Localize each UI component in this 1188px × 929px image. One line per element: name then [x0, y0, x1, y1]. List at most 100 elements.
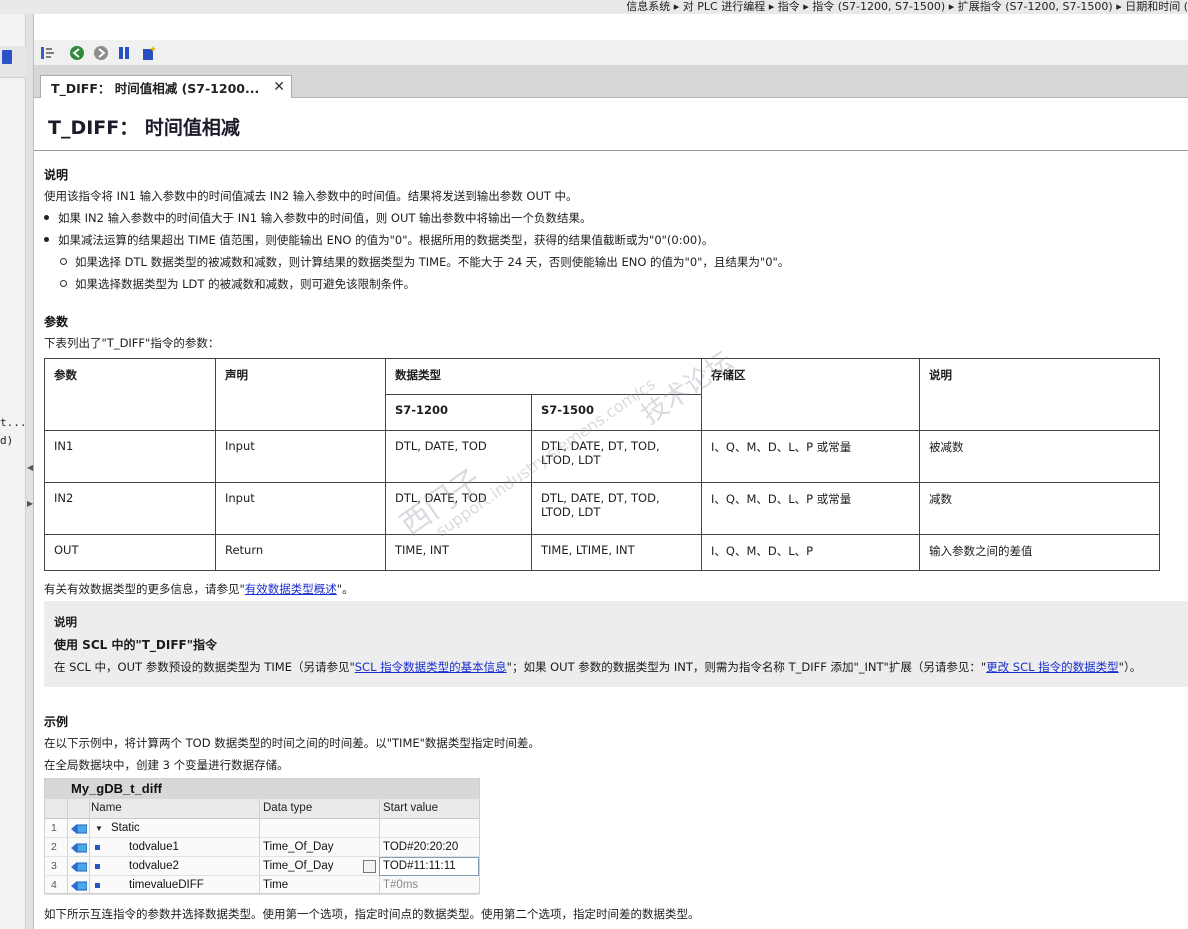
description-intro: 使用该指令将 IN1 输入参数中的时间值减去 IN2 输入参数中的时间值。结果将…	[44, 189, 578, 203]
bullet-ring-icon	[60, 258, 67, 265]
back-arrow-icon	[70, 46, 84, 60]
bullet-square-icon	[95, 883, 100, 888]
link-valid-data-types[interactable]: 有效数据类型概述	[245, 582, 337, 596]
datatype-reference: 有关有效数据类型的更多信息，请参见"有效数据类型概述"。	[44, 582, 354, 596]
data-block-table: My_gDB_t_diff Name Data type Start value…	[44, 778, 480, 895]
example-intro: 在以下示例中，将计算两个 TOD 数据类型的时间之间的时间差。以"TIME"数据…	[44, 736, 540, 750]
row-number: 3	[51, 860, 57, 872]
note-label: 说明	[54, 615, 77, 629]
variable-start-value: T#0ms	[383, 879, 419, 891]
cell-s7-1500: DTL, DATE, DT, TOD, LTOD, LDT	[531, 430, 702, 483]
column-start-value[interactable]: Start value	[383, 802, 438, 814]
table-row[interactable]: 3 todvalue2 Time_Of_Day TOD#11:11:11	[45, 857, 479, 876]
section-heading-example: 示例	[44, 715, 69, 729]
bullet-ring-icon	[60, 280, 67, 287]
header-s7-1200: S7-1200	[385, 394, 532, 431]
row-number: 4	[51, 879, 57, 891]
description-sub-bullet: 如果选择数据类型为 LDT 的被减数和减数，则可避免该限制条件。	[60, 276, 415, 292]
variable-icon	[71, 843, 87, 853]
variable-icon	[71, 824, 87, 834]
left-panel: t... d)	[0, 14, 27, 929]
column-data-type[interactable]: Data type	[263, 802, 312, 814]
example-interconnect-text: 如下所示互连指令的参数并选择数据类型。使用第一个选项，指定时间点的数据类型。使用…	[44, 907, 700, 921]
header-memory-area: 存储区	[701, 358, 920, 431]
cell-s7-1500: DTL, DATE, DT, TOD, LTOD, LDT	[531, 482, 702, 535]
bookmark-icon	[119, 47, 129, 59]
sync-icon	[41, 47, 54, 59]
section-heading-parameters: 参数	[44, 315, 69, 329]
panel-splitter[interactable]: ◀ ▶	[26, 14, 34, 929]
expand-right-icon[interactable]: ▶	[27, 500, 33, 508]
table-row[interactable]: 2 todvalue1 Time_Of_Day TOD#20:20:20	[45, 838, 479, 857]
cell-declaration: Input	[215, 482, 386, 535]
sync-toc-button[interactable]	[39, 44, 57, 62]
variable-name: Static	[111, 822, 140, 834]
forward-button[interactable]	[92, 44, 110, 62]
tab-strip: T_DIFF： 时间值相减 (S7-1200... ✕	[34, 66, 1188, 98]
cell-description: 被减数	[919, 430, 1160, 483]
cell-declaration: Return	[215, 534, 386, 571]
expand-triangle-icon[interactable]: ▼	[95, 824, 103, 833]
header-description: 说明	[919, 358, 1160, 431]
table-row[interactable]: 4 timevalueDIFF Time T#0ms	[45, 876, 479, 895]
bullet-dot-icon	[44, 215, 49, 220]
table-row: IN2 Input DTL, DATE, TOD DTL, DATE, DT, …	[44, 482, 1160, 535]
example-db-intro: 在全局数据块中，创建 3 个变量进行数据存储。	[44, 758, 289, 772]
description-bullet: 如果 IN2 输入参数中的时间值大于 IN1 输入参数中的时间值，则 OUT 输…	[44, 210, 592, 226]
back-button[interactable]	[68, 44, 86, 62]
description-bullet: 如果减法运算的结果超出 TIME 值范围，则使能输出 ENO 的值为"0"。根据…	[44, 232, 713, 248]
header-s7-1500: S7-1500	[531, 394, 702, 431]
cell-param: IN2	[44, 482, 216, 535]
parameter-table: 参数 声明 数据类型 存储区 说明 S7-1200 S7-1500 IN1 In…	[44, 358, 1160, 571]
variable-start-value[interactable]: TOD#11:11:11	[383, 860, 456, 872]
breadcrumb[interactable]: 信息系统 ▸ 对 PLC 进行编程 ▸ 指令 ▸ 指令 (S7-1200, S7…	[626, 0, 1188, 14]
variable-name: todvalue2	[129, 860, 179, 872]
table-row: OUT Return TIME, INT TIME, LTIME, INT I、…	[44, 534, 1160, 571]
description-sub-bullet: 如果选择 DTL 数据类型的被减数和减数，则计算结果的数据类型为 TIME。不能…	[60, 254, 789, 270]
cell-s7-1500: TIME, LTIME, INT	[531, 534, 702, 571]
tab-label: T_DIFF： 时间值相减 (S7-1200...	[51, 80, 260, 96]
section-heading-description: 说明	[44, 168, 69, 182]
column-name[interactable]: Name	[91, 802, 122, 814]
breadcrumb-bar: 信息系统 ▸ 对 PLC 进行编程 ▸ 指令 ▸ 指令 (S7-1200, S7…	[0, 0, 1188, 14]
data-block-title: My_gDB_t_diff	[45, 779, 479, 799]
variable-icon	[71, 881, 87, 891]
book-icon[interactable]	[2, 50, 12, 64]
note-box: 说明 使用 SCL 中的"T_DIFF"指令 在 SCL 中，OUT 参数预设的…	[44, 601, 1188, 687]
bullet-square-icon	[95, 845, 100, 850]
collapse-left-icon[interactable]: ◀	[27, 464, 33, 472]
datatype-picker-icon[interactable]	[363, 860, 376, 873]
header-data-type: 数据类型	[385, 358, 702, 395]
row-number: 1	[51, 822, 57, 834]
link-change-scl-datatype[interactable]: 更改 SCL 指令的数据类型	[986, 660, 1119, 674]
new-document-icon	[143, 46, 156, 60]
variable-data-type: Time	[263, 879, 289, 891]
note-title: 使用 SCL 中的"T_DIFF"指令	[54, 638, 217, 652]
variable-data-type: Time_Of_Day	[263, 841, 334, 853]
table-row[interactable]: 1 ▼ Static	[45, 819, 479, 838]
cell-description: 输入参数之间的差值	[919, 534, 1160, 571]
table-row: IN1 Input DTL, DATE, TOD DTL, DATE, DT, …	[44, 430, 1160, 483]
toolbar	[34, 40, 1188, 66]
cell-param: IN1	[44, 430, 216, 483]
header-declaration: 声明	[215, 358, 386, 431]
data-block-header: Name Data type Start value	[45, 799, 479, 819]
link-scl-datatype-basics[interactable]: SCL 指令数据类型的基本信息	[355, 660, 507, 674]
forward-arrow-icon	[94, 46, 108, 60]
variable-name: todvalue1	[129, 841, 179, 853]
close-icon[interactable]: ✕	[273, 79, 285, 95]
left-panel-text: d)	[0, 434, 14, 447]
header-param: 参数	[44, 358, 216, 431]
new-page-button[interactable]	[140, 44, 158, 62]
tab-t-diff[interactable]: T_DIFF： 时间值相减 (S7-1200... ✕	[40, 75, 292, 98]
left-panel-text: t...	[0, 416, 27, 429]
cell-s7-1200: DTL, DATE, TOD	[385, 430, 532, 483]
variable-data-type: Time_Of_Day	[263, 860, 334, 872]
cell-memory-area: I、Q、M、D、L、P 或常量	[701, 482, 920, 535]
help-content: T_DIFF： 时间值相减 说明 使用该指令将 IN1 输入参数中的时间值减去 …	[34, 98, 1188, 929]
note-text: 在 SCL 中，OUT 参数预设的数据类型为 TIME（另请参见"SCL 指令数…	[54, 660, 1142, 674]
bookmark-button[interactable]	[116, 44, 134, 62]
cell-s7-1200: TIME, INT	[385, 534, 532, 571]
cell-description: 减数	[919, 482, 1160, 535]
page-title: T_DIFF： 时间值相减	[48, 117, 240, 139]
